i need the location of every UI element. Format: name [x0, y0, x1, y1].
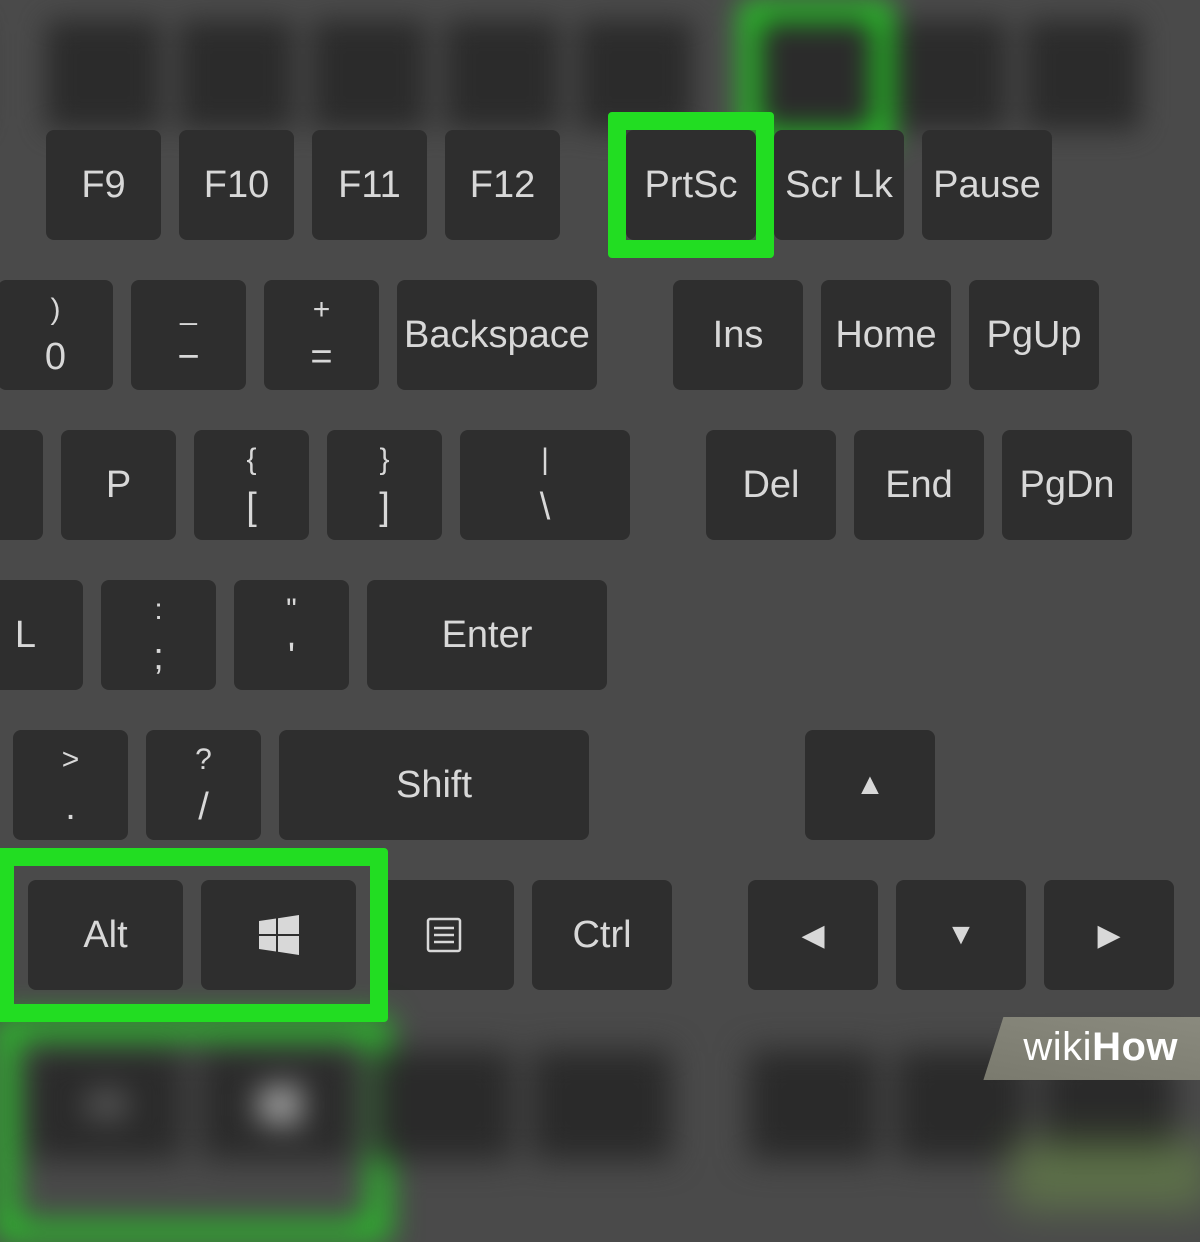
row-qwerty-right: O P { [ } ] | \ Del End PgDn [0, 430, 1200, 540]
key-arrow-right[interactable]: ▶ [1044, 880, 1174, 990]
key-shift[interactable]: Shift [279, 730, 589, 840]
arrow-down-icon: ▼ [946, 918, 976, 952]
highlight-prtsc: PrtSc [608, 112, 774, 258]
row-home-right: L : ; " ' Enter [0, 580, 1200, 690]
arrow-right-icon: ▶ [1097, 918, 1120, 953]
key-slash-top: ? [195, 745, 212, 775]
key-equal-bot: = [310, 338, 332, 376]
key-arrow-up[interactable]: ▲ [805, 730, 935, 840]
key-0-top: ) [51, 295, 61, 325]
row-numbers: 9 ) 0 _ − + = Backspace Ins Home PgUp [0, 280, 1200, 390]
key-period[interactable]: > . [13, 730, 128, 840]
row-shift: < , > . ? / Shift ▲ [0, 730, 1200, 840]
key-equal[interactable]: + = [264, 280, 379, 390]
row-modifiers: Alt Ctrl ◀ ▼ [10, 880, 1200, 990]
key-backslash-top: | [541, 445, 549, 475]
key-del[interactable]: Del [706, 430, 836, 540]
key-pgdn[interactable]: PgDn [1002, 430, 1132, 540]
key-lbracket[interactable]: { [ [194, 430, 309, 540]
key-slash[interactable]: ? / [146, 730, 261, 840]
key-quote-bot: ' [288, 638, 295, 676]
key-rbracket-bot: ] [379, 488, 390, 526]
key-semicolon-bot: ; [153, 638, 164, 676]
arrow-up-icon: ▲ [855, 768, 885, 802]
key-windows[interactable] [201, 880, 356, 990]
key-minus-top: _ [180, 295, 197, 325]
key-f9[interactable]: F9 [46, 130, 161, 240]
windows-icon [259, 915, 299, 955]
key-lbracket-bot: [ [246, 488, 257, 526]
key-f10[interactable]: F10 [179, 130, 294, 240]
key-period-top: > [62, 745, 80, 775]
key-pgup[interactable]: PgUp [969, 280, 1099, 390]
key-semicolon-top: : [154, 595, 162, 625]
key-l[interactable]: L [0, 580, 83, 690]
menu-icon [426, 917, 462, 953]
key-backslash-bot: \ [540, 488, 551, 526]
key-arrow-left[interactable]: ◀ [748, 880, 878, 990]
key-equal-top: + [313, 295, 331, 325]
watermark-part2: How [1092, 1025, 1178, 1069]
key-scrlk[interactable]: Scr Lk [774, 130, 904, 240]
key-slash-bot: / [198, 788, 209, 826]
blur-top-reflection [0, 0, 1200, 150]
key-0[interactable]: ) 0 [0, 280, 113, 390]
key-menu[interactable] [374, 880, 514, 990]
highlight-alt-win: Alt [0, 848, 388, 1022]
key-pause[interactable]: Pause [922, 130, 1052, 240]
watermark-part1: wiki [1023, 1025, 1092, 1069]
key-p[interactable]: P [61, 430, 176, 540]
key-backslash[interactable]: | \ [460, 430, 630, 540]
key-alt[interactable]: Alt [28, 880, 183, 990]
key-o[interactable]: O [0, 430, 43, 540]
keyboard: F8 F9 F10 F11 F12 PrtSc Scr Lk Pause 9 )… [0, 130, 1200, 1030]
key-backspace[interactable]: Backspace [397, 280, 597, 390]
arrow-left-icon: ◀ [801, 918, 824, 953]
key-0-bot: 0 [45, 338, 66, 376]
key-semicolon[interactable]: : ; [101, 580, 216, 690]
key-rbracket-top: } [379, 445, 389, 475]
row-function-keys: F8 F9 F10 F11 F12 PrtSc Scr Lk Pause [0, 130, 1200, 240]
key-enter[interactable]: Enter [367, 580, 607, 690]
key-prtsc[interactable]: PrtSc [626, 130, 756, 240]
key-minus-bot: − [177, 338, 199, 376]
key-ins[interactable]: Ins [673, 280, 803, 390]
key-home[interactable]: Home [821, 280, 951, 390]
key-f12[interactable]: F12 [445, 130, 560, 240]
key-minus[interactable]: _ − [131, 280, 246, 390]
key-period-bot: . [65, 788, 76, 826]
key-f11[interactable]: F11 [312, 130, 427, 240]
key-quote-top: " [286, 595, 297, 625]
key-rbracket[interactable]: } ] [327, 430, 442, 540]
key-quote[interactable]: " ' [234, 580, 349, 690]
watermark: wikiHow [983, 1017, 1200, 1080]
key-ctrl[interactable]: Ctrl [532, 880, 672, 990]
key-lbracket-top: { [246, 445, 256, 475]
key-end[interactable]: End [854, 430, 984, 540]
key-arrow-down[interactable]: ▼ [896, 880, 1026, 990]
